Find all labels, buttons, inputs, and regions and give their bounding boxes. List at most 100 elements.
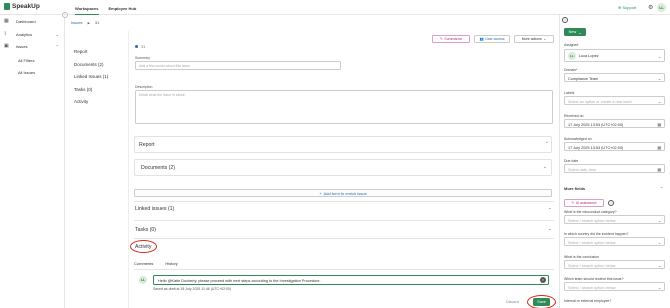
top-nav: Workspaces Employee Hub — [75, 0, 136, 15]
nav-activity[interactable]: Activity — [74, 99, 108, 112]
labels-placeholder: Select an option or create a new label — [568, 99, 632, 104]
team-placeholder: Select / search option below — [568, 285, 616, 290]
due-date-placeholder: Select date, time — [568, 167, 597, 172]
nav-documents[interactable]: Documents (2) — [74, 62, 108, 75]
user-access-label: User access — [485, 37, 505, 41]
chevron-down-icon[interactable]: ⌄ — [548, 226, 552, 232]
chevron-down-icon: ⌄ — [657, 241, 661, 245]
avatar: LL — [139, 276, 147, 284]
more-actions-label: More actions — [521, 37, 542, 41]
chevron-down-icon[interactable]: ⌄ — [543, 164, 547, 170]
linked-issues-title[interactable]: Linked issues (1) — [135, 206, 174, 212]
chevron-down-icon: ⌄ — [55, 32, 59, 37]
top-bar: SpeakUp Workspaces Employee Hub ⊕ Suppor… — [0, 0, 670, 15]
comment-input[interactable]: Hello @Katie Docherty, please proceed wi… — [153, 275, 549, 285]
chevron-up-icon: ⌃ — [55, 44, 59, 49]
assignee-label: Assignee — [564, 43, 579, 47]
gear-icon[interactable]: ⚙ — [648, 4, 653, 11]
issue-number: 31 — [141, 44, 146, 49]
user-avatar[interactable]: LL — [657, 3, 666, 12]
team-select[interactable]: Select / search option below ⌄ — [564, 282, 665, 291]
sidebar-subitem-all-issues[interactable]: All Issues — [18, 70, 35, 75]
divider — [134, 220, 554, 221]
discard-button[interactable]: Discard — [506, 300, 519, 304]
acknowledged-label: Acknowledged on — [564, 137, 592, 141]
received-label: Received on — [564, 114, 584, 118]
acknowledged-value: 17 July 2025 13:53 (UTC+02:00) — [568, 145, 624, 150]
received-value: 17 July 2025 13:53 (UTC+02:00) — [568, 122, 624, 127]
chevron-down-icon: ⌄ — [657, 264, 661, 268]
calendar-icon: ▦ — [657, 168, 661, 172]
assignee-select[interactable]: LL Luca Lopez ⌄ — [564, 49, 665, 62]
documents-title: Documents (2) — [141, 165, 176, 171]
summarize-button[interactable]: ✎ Summarize — [432, 35, 470, 43]
chevron-up-icon[interactable]: ⌃ — [660, 186, 663, 191]
more-fields-title[interactable]: More fields — [564, 186, 585, 191]
user-access-button[interactable]: 👥 User access — [474, 35, 510, 43]
sparkle-icon: ✎ — [571, 201, 575, 205]
description-label: Description — [135, 85, 153, 89]
new-button[interactable]: New ⌄ — [564, 28, 586, 36]
tasks-title[interactable]: Tasks (0) — [135, 227, 156, 233]
team-label: Which team should receive this issue? — [564, 277, 624, 281]
chevron-up-icon[interactable]: ⌃ — [545, 141, 549, 147]
labels-select[interactable]: Select an option or create a new label ⌄ — [564, 96, 665, 105]
nav-tasks[interactable]: Tasks (0) — [74, 87, 108, 100]
support-link[interactable]: ⊕ Support — [618, 5, 636, 10]
calendar-icon: ▦ — [657, 146, 661, 150]
breadcrumb-current: 31 — [94, 20, 100, 25]
avatar: LL — [568, 52, 576, 60]
support-icon: ⊕ — [618, 5, 622, 10]
status-dot-icon — [135, 45, 138, 48]
sidebar-item-label: Dashboard — [16, 19, 36, 24]
dashboard-icon: ▦ — [4, 18, 9, 24]
more-actions-button[interactable]: More actions ⌄ — [514, 35, 554, 43]
acknowledged-date-field[interactable]: 17 July 2025 13:53 (UTC+02:00) ▦ — [564, 142, 665, 151]
highlight-ring — [130, 240, 157, 253]
collapse-sidebar-icon[interactable]: ‹ — [62, 12, 68, 18]
add-form-button[interactable]: + Add form to enrich issue — [134, 189, 552, 197]
chevron-down-icon[interactable]: ⌄ — [548, 205, 552, 211]
sidebar-item-issues[interactable]: ▣ Issues ⌃ — [4, 43, 62, 50]
domain-label: Domain* — [564, 68, 578, 72]
chevron-down-icon: ⌄ — [578, 30, 582, 35]
description-input[interactable]: Detail what the issue is about. — [135, 90, 553, 124]
ai-assistance-button[interactable]: ✎ AI assistance — [564, 199, 604, 207]
nav-report[interactable]: Report — [74, 49, 108, 62]
sidebar-item-dashboard[interactable]: ▦ Dashboard — [4, 18, 62, 25]
app-logo[interactable]: SpeakUp — [4, 3, 40, 10]
calendar-icon: ▦ — [657, 123, 661, 127]
sidebar-subitem-all-filters[interactable]: All Filters — [18, 58, 34, 63]
due-date-label: Due date — [564, 159, 579, 163]
nav-linked-issues[interactable]: Linked Issues (1) — [74, 74, 108, 87]
documents-section[interactable] — [134, 159, 552, 176]
chevron-down-icon: ⌄ — [657, 55, 661, 59]
info-icon[interactable]: i — [608, 200, 614, 206]
chevron-down-icon: ⌄ — [657, 100, 661, 104]
tab-workspaces[interactable]: Workspaces — [75, 0, 99, 15]
country-select[interactable]: Select / search option below ⌄ — [564, 237, 665, 246]
sparkle-icon: ✎ — [439, 37, 443, 41]
breadcrumb-issues[interactable]: Issues — [71, 20, 83, 25]
received-date-field[interactable]: 17 July 2025 13:53 (UTC+02:00) ▦ — [564, 119, 665, 128]
chevron-down-icon: ⌄ — [657, 77, 661, 81]
speakup-logo-icon — [4, 3, 10, 10]
issues-icon: ▣ — [4, 43, 9, 49]
close-icon[interactable]: × — [540, 277, 546, 283]
chevron-down-icon: ⌄ — [657, 286, 661, 290]
misconduct-select[interactable]: Select / search option below ⌄ — [564, 215, 665, 224]
tab-employee-hub[interactable]: Employee Hub — [109, 0, 137, 15]
summarize-label: Summarize — [444, 37, 463, 41]
app-name: SpeakUp — [12, 3, 40, 10]
employee-type-label: Internal or external employee? — [564, 299, 612, 303]
highlight-ring — [527, 295, 556, 308]
due-date-field[interactable]: Select date, time ▦ — [564, 164, 665, 173]
report-section[interactable] — [134, 136, 552, 153]
users-icon: 👥 — [479, 37, 484, 41]
summary-input[interactable]: Add a few words about this issue — [135, 61, 341, 70]
conclusion-select[interactable]: Select / search option below ⌄ — [564, 260, 665, 269]
info-icon[interactable]: i — [562, 17, 568, 23]
domain-select[interactable]: Compliance Team ⌄ — [564, 73, 665, 82]
sidebar-item-analytics[interactable]: ⌇ Analytics ⌄ — [4, 32, 62, 38]
sidebar-item-label: Analytics — [16, 32, 33, 37]
